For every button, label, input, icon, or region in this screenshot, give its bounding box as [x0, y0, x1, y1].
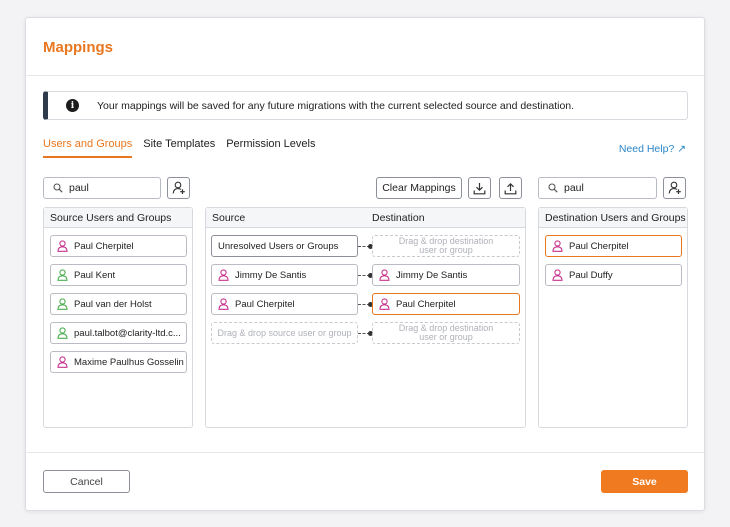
- mapping-destination-user-selected[interactable]: Paul Cherpitel: [372, 293, 520, 315]
- need-help-link[interactable]: Need Help? ↗: [619, 143, 686, 155]
- mapping-source-label: Jimmy De Santis: [235, 269, 307, 281]
- destination-user-item[interactable]: Paul Duffy: [545, 264, 682, 286]
- source-drop-zone[interactable]: Drag & drop source user or group: [211, 322, 358, 344]
- source-user-item[interactable]: Paul Kent: [50, 264, 187, 286]
- user-icon: [57, 327, 68, 339]
- tab-bar: Users and Groups Site Templates Permissi…: [43, 138, 315, 158]
- header-divider: [26, 75, 704, 76]
- download-icon: [473, 182, 486, 194]
- save-button[interactable]: Save: [601, 470, 688, 493]
- mapping-destination-label: Paul Cherpitel: [396, 298, 456, 310]
- destination-column-header: Destination: [372, 211, 425, 224]
- download-button[interactable]: [468, 177, 491, 199]
- user-icon: [552, 240, 563, 252]
- tab-site-templates[interactable]: Site Templates: [143, 138, 215, 158]
- destination-drop-zone[interactable]: Drag & drop destination user or group: [372, 322, 520, 344]
- mappings-dialog: Mappings i Your mappings will be saved f…: [25, 17, 705, 511]
- upload-icon: [504, 182, 517, 194]
- user-icon: [218, 298, 229, 310]
- clear-mappings-button[interactable]: Clear Mappings: [376, 177, 462, 199]
- mapping-source-label: Unresolved Users or Groups: [218, 240, 339, 252]
- source-user-item[interactable]: Paul van der Holst: [50, 293, 187, 315]
- mapping-source-label: Paul Cherpitel: [235, 298, 295, 310]
- add-destination-user-button[interactable]: [663, 177, 686, 199]
- search-icon: [548, 183, 558, 193]
- add-user-icon: [172, 181, 185, 194]
- source-search-input[interactable]: [69, 182, 149, 194]
- source-user-label: Paul Kent: [74, 269, 116, 281]
- source-user-label: Paul van der Holst: [74, 298, 152, 310]
- destination-user-label: Paul Cherpitel: [569, 240, 629, 252]
- drop-zone-label: Drag & drop destination user or group: [398, 236, 494, 255]
- mapping-panel-header: Source Destination: [206, 208, 525, 228]
- tab-users-and-groups[interactable]: Users and Groups: [43, 138, 133, 158]
- user-icon: [379, 269, 390, 281]
- mapping-destination-label: Jimmy De Santis: [396, 269, 468, 281]
- add-user-icon: [668, 181, 681, 194]
- mapping-source-user[interactable]: Jimmy De Santis: [211, 264, 358, 286]
- mapping-destination-user[interactable]: Jimmy De Santis: [372, 264, 520, 286]
- source-user-item[interactable]: Maxime Paulhus Gosselin: [50, 351, 187, 373]
- cancel-button[interactable]: Cancel: [43, 470, 130, 493]
- drop-zone-label: Drag & drop destination user or group: [398, 323, 494, 342]
- drop-zone-label: Drag & drop source user or group: [217, 327, 352, 338]
- destination-search-input[interactable]: [564, 182, 644, 194]
- destination-search: [538, 177, 657, 199]
- user-icon: [57, 356, 68, 368]
- mapping-source-unresolved[interactable]: Unresolved Users or Groups: [211, 235, 358, 257]
- destination-panel-header: Destination Users and Groups: [539, 208, 687, 228]
- search-icon: [53, 183, 63, 193]
- user-icon: [57, 269, 68, 281]
- info-text: Your mappings will be saved for any futu…: [97, 99, 575, 112]
- source-search: [43, 177, 161, 199]
- source-user-item[interactable]: paul.talbot@clarity-ltd.c...: [50, 322, 187, 344]
- add-source-user-button[interactable]: [167, 177, 190, 199]
- source-user-label: paul.talbot@clarity-ltd.c...: [74, 327, 181, 339]
- upload-button[interactable]: [499, 177, 522, 199]
- user-icon: [57, 298, 68, 310]
- user-icon: [57, 240, 68, 252]
- info-icon: i: [66, 99, 79, 112]
- user-icon: [552, 269, 563, 281]
- source-column-header: Source: [212, 211, 246, 224]
- source-user-item[interactable]: Paul Cherpitel: [50, 235, 187, 257]
- destination-user-item-selected[interactable]: Paul Cherpitel: [545, 235, 682, 257]
- footer-divider: [26, 452, 704, 453]
- mapping-source-user[interactable]: Paul Cherpitel: [211, 293, 358, 315]
- dialog-title: Mappings: [43, 39, 113, 56]
- user-icon: [218, 269, 229, 281]
- destination-drop-zone[interactable]: Drag & drop destination user or group: [372, 235, 520, 257]
- source-panel-header: Source Users and Groups: [44, 208, 192, 228]
- tab-permission-levels[interactable]: Permission Levels: [226, 138, 315, 158]
- destination-user-label: Paul Duffy: [569, 269, 613, 281]
- user-icon: [379, 298, 390, 310]
- info-banner: i Your mappings will be saved for any fu…: [43, 91, 688, 120]
- source-user-label: Paul Cherpitel: [74, 240, 134, 252]
- source-user-label: Maxime Paulhus Gosselin: [74, 356, 184, 368]
